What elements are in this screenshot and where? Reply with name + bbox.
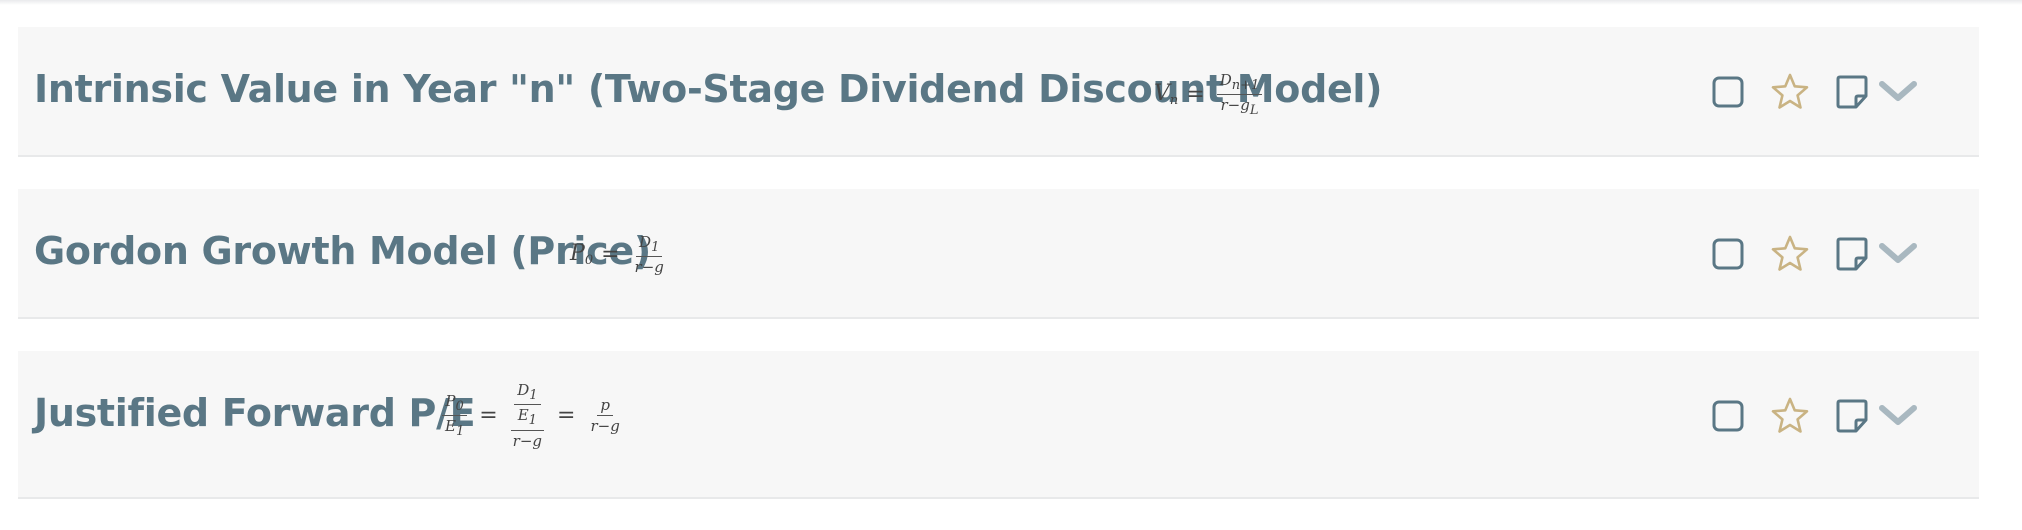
formula-title[interactable]: Gordon Growth Model (Price) — [34, 229, 651, 273]
formula-card-gordon-growth[interactable]: Gordon Growth Model (Price) P0 = D1 r−g — [18, 189, 1979, 319]
equals-sign: = — [1186, 82, 1205, 107]
equals-sign: = — [479, 403, 498, 428]
formula-expression: Vn = Dn+1 r−gL — [1154, 71, 1266, 118]
card-actions — [1708, 72, 1968, 112]
formula-card-intrinsic-value[interactable]: Intrinsic Value in Year "n" (Two-Stage D… — [18, 27, 1979, 157]
checkbox-icon[interactable] — [1708, 234, 1748, 274]
formula-expression: P0 = D1 r−g — [570, 233, 671, 276]
equals-sign: = — [601, 242, 620, 267]
formula-title[interactable]: Justified Forward P/E — [34, 391, 476, 435]
formula-expression: P0 E1 = D1 E1 r−g = p r−g — [438, 381, 627, 450]
note-icon[interactable] — [1832, 72, 1872, 112]
checkbox-icon[interactable] — [1708, 396, 1748, 436]
equals-sign: = — [557, 403, 576, 428]
checkbox-icon[interactable] — [1708, 72, 1748, 112]
card-actions — [1708, 234, 1968, 274]
formula-card-justified-forward-pe[interactable]: Justified Forward P/E P0 E1 = D1 E1 r−g … — [18, 351, 1979, 499]
star-icon[interactable] — [1770, 396, 1810, 436]
formula-fraction: Dn+1 r−gL — [1216, 71, 1263, 118]
chevron-down-icon[interactable] — [1878, 72, 1918, 112]
formula-lhs: Vn — [1154, 81, 1179, 108]
formula-rhs-fraction: p r−g — [590, 396, 620, 435]
card-actions — [1708, 396, 1968, 436]
formula-lhs: P0 — [570, 241, 594, 268]
formula-compound-fraction: D1 E1 r−g — [511, 381, 544, 450]
formula-fraction: D1 r−g — [634, 233, 664, 276]
chevron-down-icon[interactable] — [1878, 396, 1918, 436]
star-icon[interactable] — [1770, 234, 1810, 274]
note-icon[interactable] — [1832, 234, 1872, 274]
note-icon[interactable] — [1832, 396, 1872, 436]
formula-lhs-fraction: P0 E1 — [442, 392, 467, 439]
top-shadow — [0, 0, 2022, 5]
star-icon[interactable] — [1770, 72, 1810, 112]
chevron-down-icon[interactable] — [1878, 234, 1918, 274]
